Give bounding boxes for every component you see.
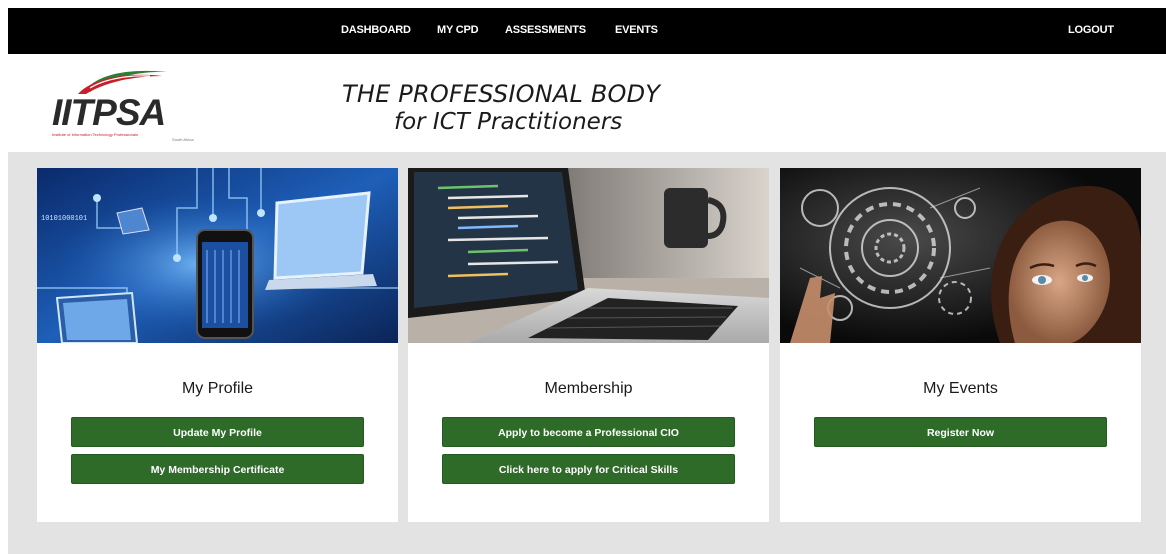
site-tagline: THE PROFESSIONAL BODY for ICT Practition… <box>342 80 660 136</box>
card-membership: Membership Apply to become a Professiona… <box>408 168 769 522</box>
apply-professional-cio-button[interactable]: Apply to become a Professional CIO <box>442 417 735 447</box>
logo-subtitle: Institute of Information Technology Prof… <box>52 132 138 137</box>
nav-my-cpd[interactable]: MY CPD <box>437 24 479 36</box>
nav-dashboard[interactable]: DASHBOARD <box>341 24 411 36</box>
nav-events[interactable]: EVENTS <box>615 24 658 36</box>
card-my-events: My Events Register Now <box>780 168 1141 522</box>
top-nav-bar: DASHBOARD MY CPD ASSESSMENTS EVENTS LOGO… <box>8 8 1166 54</box>
site-header: IITPSA Institute of Information Technolo… <box>8 54 1166 152</box>
card-title: My Profile <box>181 380 254 397</box>
logo-wordmark: IITPSA <box>52 92 166 133</box>
card-image-technology-network: 10101000101 <box>37 168 398 343</box>
card-title: My Events <box>923 380 998 397</box>
register-now-button[interactable]: Register Now <box>814 417 1107 447</box>
nav-assessments[interactable]: ASSESSMENTS <box>505 24 586 36</box>
binary-text: 10101000101 <box>41 215 87 223</box>
logout-link[interactable]: LOGOUT <box>1068 24 1114 36</box>
logo-country: South Africa <box>172 137 194 142</box>
card-image-futuristic-interface <box>780 168 1141 343</box>
membership-certificate-button[interactable]: My Membership Certificate <box>71 454 364 484</box>
card-image-laptop-code <box>408 168 769 343</box>
card-title: Membership <box>544 380 633 397</box>
tagline-line-2: for ICT Practitioners <box>394 109 623 135</box>
iitpsa-logo[interactable]: IITPSA Institute of Information Technolo… <box>50 66 210 146</box>
page-frame: DASHBOARD MY CPD ASSESSMENTS EVENTS LOGO… <box>8 8 1166 554</box>
update-profile-button[interactable]: Update My Profile <box>71 417 364 447</box>
tagline-line-1: THE PROFESSIONAL BODY <box>342 80 661 108</box>
apply-critical-skills-button[interactable]: Click here to apply for Critical Skills <box>442 454 735 484</box>
card-my-profile: 10101000101 My Profile Update My Profile… <box>37 168 398 522</box>
